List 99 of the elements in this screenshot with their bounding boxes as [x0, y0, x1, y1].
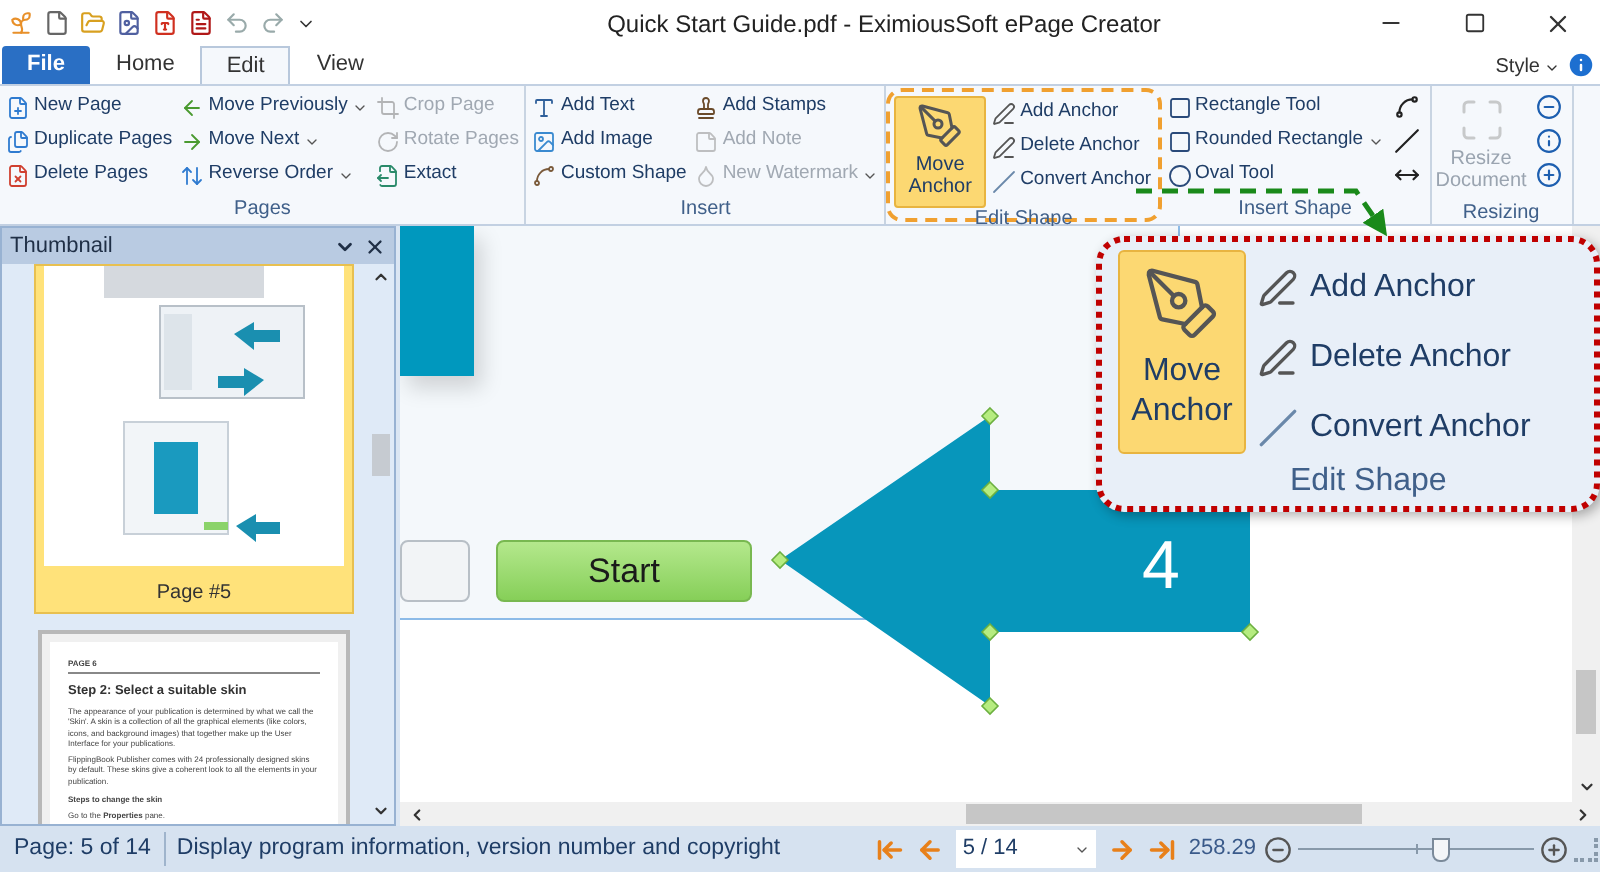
group-label: Edit Shape	[1290, 462, 1449, 502]
tool-button[interactable]: New Page	[4, 90, 175, 124]
tool-button[interactable]: Move Previously	[178, 90, 370, 124]
slider-thumb[interactable]	[1431, 837, 1450, 861]
delete-page-icon	[6, 163, 30, 187]
tool-button[interactable]: Custom Shape	[530, 158, 689, 192]
plus-circle-icon	[1536, 162, 1563, 188]
zoom-out-icon[interactable]	[1264, 835, 1292, 863]
image-icon	[532, 129, 557, 153]
group-label: Insert	[680, 198, 731, 224]
scrollbar-thumb[interactable]	[371, 433, 389, 475]
tool-button[interactable]: Convert Anchor	[990, 164, 1154, 198]
file-tab[interactable]: File	[2, 46, 90, 84]
group-label: Resizing	[1462, 202, 1540, 226]
pen-icon	[916, 102, 965, 150]
page-info: Page: 5 of 14	[0, 831, 167, 867]
status-message: Display program information, version number and copyright	[174, 833, 783, 864]
resize-grip-icon	[1574, 837, 1598, 861]
app-logo-icon	[8, 10, 34, 36]
info-icon	[1536, 128, 1563, 154]
anchor-handle[interactable]	[1240, 622, 1260, 642]
line-icon	[1394, 128, 1421, 154]
tool-button[interactable]: Move Next	[178, 124, 370, 158]
arrow-right-icon	[180, 129, 205, 153]
minus-circle-icon	[1536, 94, 1563, 120]
scroll-down-icon[interactable]	[371, 802, 389, 820]
polyline-icon	[1394, 94, 1421, 120]
page-thumbnail[interactable]: Page #5	[34, 264, 354, 614]
oval-icon	[1167, 163, 1192, 187]
new-file-icon[interactable]	[44, 10, 70, 36]
pdf-icon[interactable]	[188, 10, 214, 36]
shape-icon	[532, 163, 557, 187]
scroll-down-icon[interactable]	[1577, 778, 1595, 796]
tool-button[interactable]: Convert Anchor	[1258, 402, 1531, 454]
pdf-icon[interactable]	[152, 10, 178, 36]
tool-button[interactable]: Delete Pages	[4, 158, 175, 192]
panel-title: Thumbnail	[10, 231, 113, 262]
swap-icon	[180, 163, 205, 187]
watermark-icon	[694, 163, 719, 187]
scroll-left-icon[interactable]	[408, 805, 426, 823]
scroll-right-icon[interactable]	[1574, 805, 1592, 823]
scroll-up-icon[interactable]	[371, 268, 389, 286]
pages-icon	[6, 129, 30, 153]
extract-icon	[375, 163, 400, 187]
tool-button[interactable]: Add Stamps	[692, 90, 881, 124]
tool-button[interactable]: Delete Anchor	[1258, 332, 1531, 384]
note-icon	[694, 129, 719, 153]
ribbon-tab[interactable]: Home	[90, 46, 201, 84]
pen-minus-icon	[992, 135, 1017, 159]
scrollbar-thumb[interactable]	[966, 804, 1362, 824]
group-label: Insert Shape	[1238, 198, 1352, 224]
tool-button[interactable]: Duplicate Pages	[4, 124, 175, 158]
maximize-icon	[1463, 12, 1485, 34]
stamp-icon	[694, 95, 719, 119]
close-icon[interactable]	[364, 235, 386, 257]
page-field[interactable]: 5 / 14	[956, 830, 1097, 868]
window-title: Quick Start Guide.pdf - EximiousSoft ePage Creator	[607, 7, 1161, 41]
page-thumbnail[interactable]	[38, 630, 350, 824]
group-label: Pages	[234, 198, 291, 224]
tool-button[interactable]: Add Anchor	[990, 96, 1154, 130]
tool-button[interactable]: Delete Anchor	[990, 130, 1154, 164]
pen-plus-icon	[1258, 268, 1298, 308]
rotate-icon	[375, 129, 400, 153]
zoom-in-icon[interactable]	[1540, 835, 1568, 863]
pen-minus-icon	[1258, 338, 1298, 378]
tool-button[interactable]: Move Anchor	[894, 96, 987, 208]
tool-button[interactable]: Add Text	[530, 90, 689, 124]
pen-plus-icon	[992, 101, 1017, 125]
anchor-handle[interactable]	[980, 480, 1000, 500]
tool-button[interactable]: Extact	[373, 158, 521, 192]
ribbon-tab[interactable]: Edit	[200, 46, 291, 84]
group-label: Edit Shape	[974, 208, 1073, 232]
rounded-rectangle-icon	[1167, 129, 1192, 153]
tool-button[interactable]: Rectangle Tool	[1165, 90, 1386, 124]
tool-button[interactable]: Oval Tool	[1165, 158, 1386, 192]
ribbon-tab[interactable]: View	[290, 46, 390, 84]
image-file-icon[interactable]	[116, 10, 142, 36]
anchor-handle[interactable]	[980, 696, 1000, 716]
text-icon	[532, 95, 557, 119]
resize-icon	[1457, 96, 1506, 144]
scrollbar-thumb[interactable]	[1576, 670, 1596, 734]
anchor-handle[interactable]	[770, 550, 790, 570]
style-menu[interactable]: Style	[1495, 50, 1560, 84]
page-label: Page #5	[156, 580, 232, 608]
tool-button[interactable]: Move Anchor	[1118, 250, 1246, 454]
tool-button[interactable]: Reverse Order	[178, 158, 370, 192]
rectangle-icon	[1167, 95, 1192, 119]
crop-icon	[375, 95, 400, 119]
zoom-slider[interactable]	[1298, 835, 1534, 863]
pen-icon	[1142, 264, 1222, 344]
tool-button[interactable]: Add Image	[530, 124, 689, 158]
tool-button[interactable]: Rounded Rectangle	[1165, 124, 1386, 158]
info-icon[interactable]	[1566, 50, 1596, 80]
arrow-left-icon	[180, 95, 205, 119]
tool-button[interactable]: Add Anchor	[1258, 262, 1531, 314]
new-page-icon	[6, 95, 30, 119]
anchor-handle[interactable]	[980, 406, 1000, 426]
arrow-label: 4	[1142, 526, 1180, 606]
zoom-value: 258.29	[1188, 834, 1256, 865]
